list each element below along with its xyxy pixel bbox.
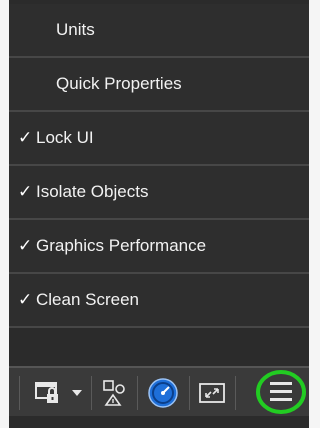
clean-screen-icon [199,383,225,403]
lock-workspace-icon [35,382,58,403]
toolbar-separator [19,376,20,410]
hardware-acceleration-icon [148,378,178,408]
customization-menu-icon [256,370,306,414]
isolate-objects-button[interactable] [97,374,131,412]
menu-item-label: Graphics Performance [36,236,207,255]
customization-panel: Units Quick Properties ✓ Lock UI ✓ Isola… [9,0,309,428]
checkmark-icon: ✓ [18,236,33,255]
toolbar-separator [91,376,92,410]
toolbar-separator [137,376,138,410]
menu-item-quick-properties[interactable]: Quick Properties [9,58,309,112]
menu-item-label: Quick Properties [56,74,182,93]
menu-item-graphics-performance[interactable]: ✓ Graphics Performance [9,220,309,274]
menu-item-label: Clean Screen [36,290,140,309]
checkmark-icon: ✓ [18,128,33,147]
dropdown-arrow-icon [72,390,82,396]
status-bar-toolbar [9,366,309,418]
hardware-acceleration-button[interactable] [143,374,183,412]
checkmark-icon: ✓ [18,182,33,201]
customization-button[interactable] [255,369,307,415]
menu-item-lock-ui[interactable]: ✓ Lock UI [9,112,309,166]
menu-item-clean-screen[interactable]: ✓ Clean Screen [9,274,309,328]
toolbar-separator [235,376,236,410]
clean-screen-button[interactable] [195,374,229,412]
menu-item-label: Lock UI [36,128,94,147]
lock-workspace-dropdown[interactable] [69,374,85,412]
menu-item-units[interactable]: Units [9,4,309,58]
bottom-strip [9,416,309,428]
lock-workspace-button[interactable] [31,374,65,412]
toolbar-separator [189,376,190,410]
isolate-objects-icon [103,380,125,406]
menu-item-isolate-objects[interactable]: ✓ Isolate Objects [9,166,309,220]
menu-item-label: Units [56,20,95,39]
customization-menu: Units Quick Properties ✓ Lock UI ✓ Isola… [9,4,309,328]
checkmark-icon: ✓ [18,290,33,309]
menu-item-label: Isolate Objects [36,182,149,201]
